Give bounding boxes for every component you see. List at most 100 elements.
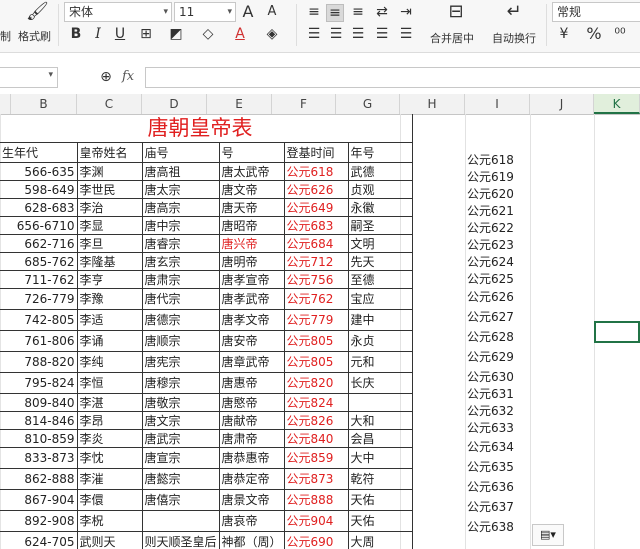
table-cell[interactable]: 566-635 — [0, 162, 78, 181]
italic-button[interactable]: I — [90, 26, 106, 42]
header-cell[interactable]: 登基时间 — [283, 142, 349, 163]
column-i-cell[interactable]: 公元636 — [467, 479, 514, 495]
table-cell[interactable]: 624-705 — [0, 531, 78, 549]
table-cell[interactable]: 文明 — [347, 234, 413, 253]
table-cell[interactable]: 公元873 — [283, 468, 349, 490]
table-cell[interactable]: 李世民 — [76, 180, 143, 199]
column-i-cell[interactable]: 公元619 — [467, 169, 514, 185]
eraser-icon[interactable]: ◈ — [264, 26, 280, 42]
table-cell[interactable]: 公元805 — [283, 330, 349, 352]
table-cell[interactable]: 宝应 — [347, 288, 413, 310]
table-cell[interactable]: 李炎 — [76, 429, 143, 448]
table-cell[interactable]: 李隆基 — [76, 252, 143, 271]
column-i-cell[interactable]: 公元632 — [467, 403, 514, 419]
table-cell[interactable]: 761-806 — [0, 330, 78, 352]
table-cell[interactable]: 公元888 — [283, 489, 349, 511]
font-shrink-button[interactable]: A — [264, 4, 280, 20]
table-cell[interactable]: 唐肃宗 — [141, 270, 220, 289]
table-cell[interactable]: 662-716 — [0, 234, 78, 253]
table-cell[interactable]: 唐太宗 — [141, 180, 220, 199]
table-cell[interactable]: 李漼 — [76, 468, 143, 490]
table-cell[interactable]: 唐宣宗 — [141, 447, 220, 469]
table-cell[interactable]: 唐惠帝 — [218, 372, 285, 394]
table-cell[interactable]: 唐睿宗 — [141, 234, 220, 253]
column-header-h[interactable]: H — [400, 94, 465, 114]
header-cell[interactable]: 生年代 — [0, 142, 78, 163]
column-i-cell[interactable]: 公元622 — [467, 220, 514, 236]
table-cell[interactable]: 李纯 — [76, 351, 143, 373]
table-cell[interactable]: 李亨 — [76, 270, 143, 289]
column-i-cell[interactable]: 公元623 — [467, 237, 514, 253]
table-cell[interactable]: 李儇 — [76, 489, 143, 511]
table-cell[interactable]: 公元805 — [283, 351, 349, 373]
header-cell[interactable]: 号 — [218, 142, 285, 163]
column-i-cell[interactable]: 公元628 — [467, 329, 514, 345]
text-direction-icon[interactable]: ⇄ — [374, 4, 390, 20]
table-cell[interactable]: 李显 — [76, 216, 143, 235]
align-left-icon[interactable]: ☰ — [306, 26, 322, 42]
table-cell[interactable]: 李恒 — [76, 372, 143, 394]
table-cell[interactable]: 永徽 — [347, 198, 413, 217]
percent-button[interactable]: % — [586, 26, 602, 42]
table-cell[interactable]: 李诵 — [76, 330, 143, 352]
column-i-cell[interactable]: 公元638 — [467, 519, 514, 535]
table-cell[interactable]: 892-908 — [0, 510, 78, 532]
format-painter-icon[interactable]: 🖌 — [26, 3, 49, 21]
table-cell[interactable]: 唐景文帝 — [218, 489, 285, 511]
column-i-cell[interactable]: 公元637 — [467, 499, 514, 515]
cut-button[interactable]: 制 — [0, 28, 11, 44]
column-i-cell[interactable]: 公元626 — [467, 289, 514, 305]
table-cell[interactable]: 大和 — [347, 411, 413, 430]
table-cell[interactable]: 656-6710 — [0, 216, 78, 235]
table-cell[interactable] — [347, 393, 413, 412]
table-cell[interactable]: 公元684 — [283, 234, 349, 253]
table-cell[interactable]: 742-805 — [0, 309, 78, 331]
table-cell[interactable]: 833-873 — [0, 447, 78, 469]
table-cell[interactable]: 726-779 — [0, 288, 78, 310]
table-cell[interactable]: 唐顺宗 — [141, 330, 220, 352]
table-cell[interactable]: 唐敬宗 — [141, 393, 220, 412]
merge-center-icon[interactable]: ⊟ — [448, 3, 464, 21]
table-cell[interactable]: 唐天帝 — [218, 198, 285, 217]
table-cell[interactable]: 唐昭帝 — [218, 216, 285, 235]
column-i-cell[interactable]: 公元618 — [467, 152, 514, 168]
fill-color-icon[interactable]: ◩ — [168, 26, 184, 42]
table-cell[interactable]: 唐太武帝 — [218, 162, 285, 181]
table-cell[interactable]: 唐僖宗 — [141, 489, 220, 511]
table-cell[interactable]: 天佑 — [347, 489, 413, 511]
table-cell[interactable]: 长庆 — [347, 372, 413, 394]
table-cell[interactable]: 唐安帝 — [218, 330, 285, 352]
table-cell[interactable]: 公元762 — [283, 288, 349, 310]
font-name-select[interactable]: 宋体 ▾ — [64, 2, 172, 22]
table-cell[interactable]: 永贞 — [347, 330, 413, 352]
border-icon[interactable]: ⊞ — [138, 26, 154, 42]
name-box[interactable]: ▾ — [0, 67, 58, 88]
paste-options-button[interactable]: ▤▾ — [532, 524, 564, 546]
table-cell[interactable]: 公元690 — [283, 531, 349, 549]
table-cell[interactable]: 唐孝武帝 — [218, 288, 285, 310]
column-i-cell[interactable]: 公元635 — [467, 459, 514, 475]
table-cell[interactable]: 李豫 — [76, 288, 143, 310]
comma-style-icon[interactable]: ⁰⁰ — [612, 26, 628, 42]
column-header-d[interactable]: D — [142, 94, 207, 114]
column-i-cell[interactable]: 公元627 — [467, 309, 514, 325]
table-cell[interactable]: 唐孝宣帝 — [218, 270, 285, 289]
table-cell[interactable]: 唐懿宗 — [141, 468, 220, 490]
table-cell[interactable]: 711-762 — [0, 270, 78, 289]
table-cell[interactable]: 神都（周） — [218, 531, 285, 549]
table-cell[interactable]: 公元779 — [283, 309, 349, 331]
underline-button[interactable]: U — [112, 26, 128, 42]
column-header-g[interactable]: G — [336, 94, 400, 114]
table-cell[interactable]: 李旦 — [76, 234, 143, 253]
currency-button[interactable]: ¥ — [556, 26, 572, 42]
column-i-cell[interactable]: 公元625 — [467, 271, 514, 287]
table-cell[interactable]: 公元820 — [283, 372, 349, 394]
table-cell[interactable]: 唐代宗 — [141, 288, 220, 310]
table-cell[interactable]: 867-904 — [0, 489, 78, 511]
table-cell[interactable]: 685-762 — [0, 252, 78, 271]
table-cell[interactable]: 唐愍帝 — [218, 393, 285, 412]
table-cell[interactable]: 至德 — [347, 270, 413, 289]
table-cell[interactable]: 唐肃帝 — [218, 429, 285, 448]
table-cell[interactable]: 唐兴帝 — [218, 234, 285, 253]
font-size-select[interactable]: 11 ▾ — [174, 2, 236, 22]
